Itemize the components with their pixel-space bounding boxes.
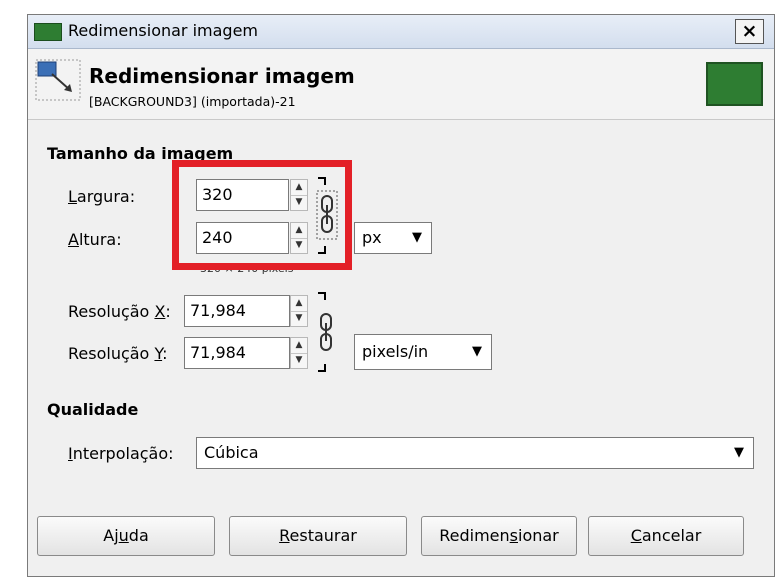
chain-icon[interactable] bbox=[318, 312, 334, 352]
resolution-x-label: Resolução X: bbox=[68, 302, 171, 321]
header-title: Redimensionar imagem bbox=[89, 64, 355, 88]
help-button[interactable]: Ajuda bbox=[37, 516, 215, 556]
reset-button[interactable]: Restaurar bbox=[229, 516, 407, 556]
help-label-post: da bbox=[128, 526, 149, 545]
dropdown-arrow-icon: ▼ bbox=[734, 445, 744, 460]
interpolation-label: Interpolação: bbox=[68, 444, 174, 463]
height-label-mnemonic: A bbox=[68, 230, 79, 249]
interpolation-select[interactable]: Cúbica ▼ bbox=[196, 437, 754, 469]
width-label-mnemonic: L bbox=[68, 187, 77, 206]
size-unit-value: px bbox=[362, 228, 382, 247]
spin-down-icon[interactable]: ▼ bbox=[291, 311, 307, 326]
resolution-x-spinner[interactable]: ▲ ▼ bbox=[290, 295, 308, 327]
cancel-button[interactable]: Cancelar bbox=[588, 516, 744, 556]
resize-icon bbox=[35, 59, 81, 101]
resize-label-pre: Redimen bbox=[439, 526, 510, 545]
resolution-y-spinner[interactable]: ▲ ▼ bbox=[290, 337, 308, 369]
resize-label-post: ionar bbox=[518, 526, 559, 545]
spin-up-icon[interactable]: ▲ bbox=[291, 296, 307, 312]
reset-label-mnemonic: R bbox=[279, 526, 290, 545]
resolution-unit-select[interactable]: pixels/in ▼ bbox=[354, 334, 492, 370]
cancel-label-post: ancelar bbox=[641, 526, 702, 545]
resolution-unit-value: pixels/in bbox=[362, 342, 429, 361]
image-thumbnail bbox=[706, 62, 763, 106]
resolution-x-label-pre: Resolução bbox=[68, 302, 155, 321]
spin-down-icon[interactable]: ▼ bbox=[291, 353, 307, 368]
header-subtitle: [BACKGROUND3] (importada)-21 bbox=[89, 94, 296, 109]
width-label: Largura: bbox=[68, 187, 135, 206]
res-chain-bracket-top bbox=[318, 292, 326, 300]
quality-section-title: Qualidade bbox=[47, 400, 139, 419]
resolution-y-label-post: : bbox=[162, 344, 168, 363]
resize-button[interactable]: Redimensionar bbox=[421, 516, 577, 556]
resolution-y-label-pre: Resolução bbox=[68, 344, 155, 363]
height-label: Altura: bbox=[68, 230, 122, 249]
highlight-box bbox=[172, 160, 352, 270]
resolution-y-label: Resolução Y: bbox=[68, 344, 167, 363]
help-label-mnemonic: u bbox=[118, 526, 129, 545]
help-label-pre: Aj bbox=[103, 526, 119, 545]
window-title: Redimensionar imagem bbox=[68, 21, 259, 40]
resolution-y-input[interactable]: 71,984 bbox=[184, 337, 290, 369]
reset-label-post: estaurar bbox=[289, 526, 357, 545]
window-icon bbox=[34, 23, 62, 41]
resize-label-mnemonic: s bbox=[509, 526, 518, 545]
res-chain-bracket-bottom bbox=[318, 364, 326, 372]
cancel-label-mnemonic: C bbox=[630, 526, 642, 545]
resolution-x-label-post: : bbox=[165, 302, 171, 321]
dropdown-arrow-icon: ▼ bbox=[412, 230, 422, 245]
dropdown-arrow-icon: ▼ bbox=[472, 344, 482, 359]
resolution-x-label-mnemonic: X bbox=[154, 302, 166, 321]
close-button[interactable]: × bbox=[735, 19, 764, 44]
width-label-text: argura: bbox=[76, 187, 136, 206]
interpolation-value: Cúbica bbox=[204, 443, 259, 462]
resolution-y-label-mnemonic: Y bbox=[154, 344, 163, 363]
spin-up-icon[interactable]: ▲ bbox=[291, 338, 307, 354]
height-label-text: ltura: bbox=[78, 230, 122, 249]
interpolation-label-text: nterpolação: bbox=[72, 444, 174, 463]
size-unit-select[interactable]: px ▼ bbox=[354, 222, 432, 254]
resolution-x-input[interactable]: 71,984 bbox=[184, 295, 290, 327]
